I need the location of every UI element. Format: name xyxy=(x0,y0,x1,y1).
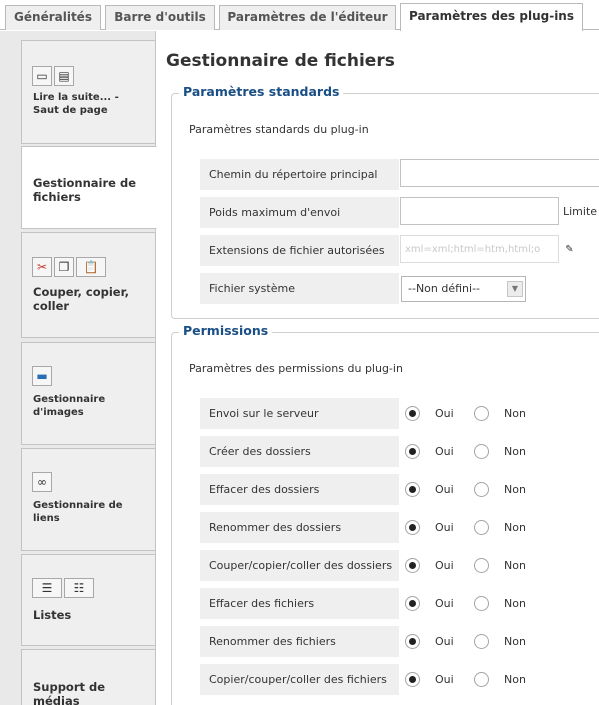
plugin-label: Gestionnaire de liens xyxy=(33,500,123,524)
radio-non[interactable] xyxy=(474,520,489,535)
plugin-item-gestionnaire-fichiers[interactable]: Gestionnaire de fichiers xyxy=(21,146,157,229)
readmore-icon: ▭ xyxy=(32,66,52,86)
radio-oui[interactable] xyxy=(405,406,420,421)
permission-label: Couper/copier/coller des dossiers xyxy=(200,550,399,581)
radio-non-label: Non xyxy=(504,445,526,458)
root-path-input[interactable] xyxy=(400,159,599,187)
radio-oui-label: Oui xyxy=(435,597,454,610)
radio-non[interactable] xyxy=(474,444,489,459)
standard-legend: Paramètres standards xyxy=(179,84,344,99)
plugin-label: Listes xyxy=(33,608,72,622)
radio-non[interactable] xyxy=(474,596,489,611)
radio-non-label: Non xyxy=(504,635,526,648)
radio-oui-label: Oui xyxy=(435,673,454,686)
radio-oui-label: Oui xyxy=(435,407,454,420)
plugin-item-couper-copier-coller[interactable]: ✂ ❐ 📋 Couper, copier, coller xyxy=(21,232,156,338)
radio-oui-label: Oui xyxy=(435,559,454,572)
plugin-icons: ☰ ☷ xyxy=(32,578,94,598)
radio-non[interactable] xyxy=(474,558,489,573)
radio-oui[interactable] xyxy=(405,520,420,535)
radio-oui[interactable] xyxy=(405,558,420,573)
plugin-label: Gestionnaire d'images xyxy=(33,394,106,418)
max-upload-input[interactable] xyxy=(400,197,559,225)
permission-label: Effacer des fichiers xyxy=(200,588,399,619)
tab-generalites[interactable]: Généralités xyxy=(5,5,101,30)
plugin-label: Couper, copier, coller xyxy=(33,285,129,313)
unordered-list-icon: ☷ xyxy=(64,578,94,598)
radio-oui[interactable] xyxy=(405,634,420,649)
radio-non[interactable] xyxy=(474,634,489,649)
edit-icon[interactable]: ✎ xyxy=(562,242,577,257)
field-label: Poids maximum d'envoi xyxy=(200,197,399,228)
permissions-legend: Permissions xyxy=(179,323,273,338)
plugin-icons: ▭ ▤ xyxy=(32,66,74,86)
limit-label: Limite xyxy=(563,205,598,218)
permission-label: Copier/couper/coller des fichiers xyxy=(200,664,399,695)
tab-parametres-editeur[interactable]: Paramètres de l'éditeur xyxy=(219,5,396,30)
chevron-down-icon: ▼ xyxy=(507,281,523,297)
plugin-icons: ∞ xyxy=(32,472,52,492)
plugin-item-support-medias[interactable]: Support de médias xyxy=(21,649,156,705)
radio-non-label: Non xyxy=(504,673,526,686)
permission-label: Effacer des dossiers xyxy=(200,474,399,505)
radio-non-label: Non xyxy=(504,559,526,572)
standard-fieldset: Paramètres standards Paramètres standard… xyxy=(171,84,599,319)
radio-oui[interactable] xyxy=(405,596,420,611)
plugin-item-listes[interactable]: ☰ ☷ Listes xyxy=(21,554,156,646)
tab-parametres-plugins[interactable]: Paramètres des plug-ins xyxy=(400,3,583,31)
radio-oui-label: Oui xyxy=(435,635,454,648)
field-label: Chemin du répertoire principal xyxy=(200,159,399,190)
permission-label: Renommer des fichiers xyxy=(200,626,399,657)
permission-label: Renommer des dossiers xyxy=(200,512,399,543)
main-panel: Gestionnaire de fichiers Paramètres stan… xyxy=(157,31,599,705)
plugin-label: Lire la suite... - Saut de page xyxy=(33,92,119,116)
plugin-label: Gestionnaire de fichiers xyxy=(33,176,137,204)
permissions-fieldset: Permissions Paramètres des permissions d… xyxy=(171,323,599,705)
field-label: Fichier système xyxy=(200,273,399,304)
copy-icon: ❐ xyxy=(54,257,74,277)
pagebreak-icon: ▤ xyxy=(54,66,74,86)
radio-oui-label: Oui xyxy=(435,483,454,496)
paste-icon: 📋 xyxy=(76,257,106,277)
page-title: Gestionnaire de fichiers xyxy=(166,51,395,71)
radio-non[interactable] xyxy=(474,482,489,497)
field-label: Extensions de fichier autorisées xyxy=(200,235,399,266)
radio-oui-label: Oui xyxy=(435,445,454,458)
tab-bar: Généralités Barre d'outils Paramètres de… xyxy=(0,0,599,31)
ordered-list-icon: ☰ xyxy=(32,578,62,598)
plugin-item-gestionnaire-liens[interactable]: ∞ Gestionnaire de liens xyxy=(21,448,156,551)
standard-description: Paramètres standards du plug-in xyxy=(189,123,369,136)
permission-label: Créer des dossiers xyxy=(200,436,399,467)
file-system-select[interactable]: --Non défini-- ▼ xyxy=(401,276,526,302)
extensions-input[interactable] xyxy=(400,235,559,263)
plugin-list: ▭ ▤ Lire la suite... - Saut de page Gest… xyxy=(0,31,157,705)
plugin-icons: ▬ xyxy=(32,366,52,386)
cut-icon: ✂ xyxy=(32,257,52,277)
permissions-description: Paramètres des permissions du plug-in xyxy=(189,362,403,375)
plugin-item-lire-la-suite[interactable]: ▭ ▤ Lire la suite... - Saut de page xyxy=(21,40,156,144)
radio-non-label: Non xyxy=(504,407,526,420)
image-icon: ▬ xyxy=(32,366,52,386)
select-value: --Non défini-- xyxy=(408,282,481,295)
radio-oui-label: Oui xyxy=(435,521,454,534)
plugin-label: Support de médias xyxy=(33,680,106,705)
radio-oui[interactable] xyxy=(405,672,420,687)
link-icon: ∞ xyxy=(32,472,52,492)
radio-non-label: Non xyxy=(504,521,526,534)
tab-barre-outils[interactable]: Barre d'outils xyxy=(105,5,215,30)
radio-non-label: Non xyxy=(504,483,526,496)
radio-non-label: Non xyxy=(504,597,526,610)
radio-non[interactable] xyxy=(474,672,489,687)
radio-oui[interactable] xyxy=(405,444,420,459)
plugin-icons: ✂ ❐ 📋 xyxy=(32,257,106,277)
radio-non[interactable] xyxy=(474,406,489,421)
permission-label: Envoi sur le serveur xyxy=(200,398,399,429)
plugin-item-gestionnaire-images[interactable]: ▬ Gestionnaire d'images xyxy=(21,342,156,445)
radio-oui[interactable] xyxy=(405,482,420,497)
